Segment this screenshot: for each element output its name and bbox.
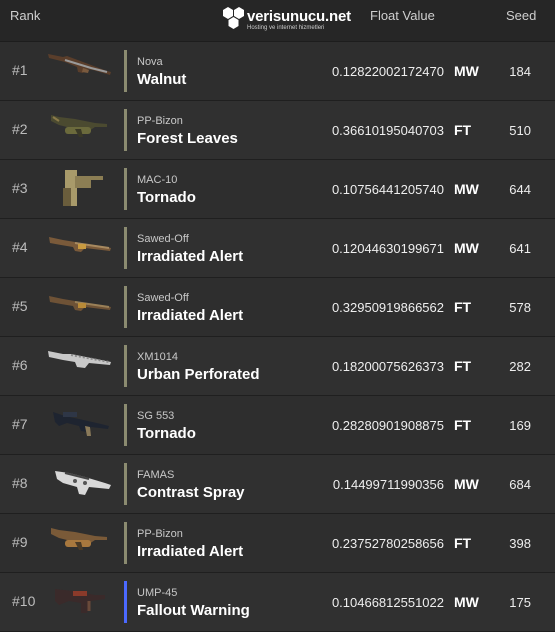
rarity-bar (124, 227, 127, 269)
rank-number: #4 (12, 239, 28, 255)
table-row[interactable]: #6 XM1014 Urban Perforated 0.18200075626… (0, 337, 555, 396)
rarity-bar (124, 463, 127, 505)
rank-number: #1 (12, 62, 28, 78)
seed-value: 184 (509, 64, 531, 79)
float-column-header: Float Value (370, 8, 435, 23)
table-row[interactable]: #10 UMP-45 Fallout Warning 0.10466812551… (0, 573, 555, 632)
ppbizon-smg-icon (45, 520, 115, 565)
site-logo[interactable]: verisunucu.net Hosting ve internet hizme… (222, 4, 351, 36)
skin-name: Walnut (137, 71, 187, 88)
weapon-name: MAC-10 (137, 174, 178, 186)
rank-number: #8 (12, 475, 28, 491)
skin-name: Urban Perforated (137, 366, 260, 383)
sg553-rifle-icon (45, 402, 115, 447)
wear-badge: FT (454, 535, 472, 551)
wear-badge: FT (454, 417, 472, 433)
rank-number: #10 (12, 593, 36, 609)
weapon-name: PP-Bizon (137, 528, 183, 540)
skin-name: Tornado (137, 425, 196, 442)
results-table: #1 Nova Walnut 0.12822002172470 MW 184 #… (0, 42, 555, 632)
wear-badge: FT (454, 122, 472, 138)
rarity-bar (124, 168, 127, 210)
rarity-bar (124, 109, 127, 151)
wear-badge: MW (454, 594, 479, 610)
seed-value: 169 (509, 418, 531, 433)
float-value: 0.23752780258656 (331, 536, 444, 551)
wear-badge: FT (454, 358, 472, 374)
float-value: 0.10756441205740 (331, 182, 444, 197)
weapon-name: SG 553 (137, 410, 175, 422)
float-value: 0.12044630199671 (331, 241, 444, 256)
skin-name: Irradiated Alert (137, 307, 244, 324)
table-row[interactable]: #7 SG 553 Tornado 0.28280901908875 FT 16… (0, 396, 555, 455)
rarity-bar (124, 581, 127, 623)
weapon-name: Sawed-Off (137, 292, 189, 304)
table-row[interactable]: #2 PP-Bizon Forest Leaves 0.366101950407… (0, 101, 555, 160)
seed-value: 175 (509, 595, 531, 610)
rank-number: #7 (12, 416, 28, 432)
seed-value: 578 (509, 300, 531, 315)
ump45-smg-icon (45, 579, 115, 624)
nova-shotgun-icon (45, 48, 115, 93)
skin-name: Fallout Warning (137, 602, 250, 619)
hexagon-logo-icon (222, 6, 246, 34)
rarity-bar (124, 404, 127, 446)
table-row[interactable]: #3 MAC-10 Tornado 0.10756441205740 MW 64… (0, 160, 555, 219)
skin-name: Contrast Spray (137, 484, 245, 501)
seed-value: 282 (509, 359, 531, 374)
logo-tagline: Hosting ve internet hizmetleri (247, 25, 325, 31)
sawedoff-shotgun-icon (45, 284, 115, 329)
float-value: 0.14499711990356 (332, 477, 444, 492)
weapon-name: FAMAS (137, 469, 175, 481)
table-header: Rank verisunucu.net Hosting ve internet … (0, 0, 555, 42)
table-row[interactable]: #8 FAMAS Contrast Spray 0.14499711990356… (0, 455, 555, 514)
weapon-name: UMP-45 (137, 587, 178, 599)
mac10-smg-icon (45, 166, 115, 211)
rank-column-header: Rank (10, 8, 41, 23)
wear-badge: MW (454, 63, 479, 79)
seed-value: 644 (509, 182, 531, 197)
float-value: 0.10466812551022 (331, 595, 444, 610)
wear-badge: MW (454, 476, 479, 492)
rarity-bar (124, 50, 127, 92)
seed-column-header: Seed (506, 8, 537, 23)
float-value: 0.12822002172470 (331, 64, 444, 79)
rarity-bar (124, 345, 127, 387)
rank-number: #9 (12, 534, 28, 550)
skin-name: Irradiated Alert (137, 543, 244, 560)
xm1014-shotgun-icon (45, 343, 115, 388)
weapon-name: Sawed-Off (137, 233, 189, 245)
wear-badge: MW (454, 240, 479, 256)
weapon-name: XM1014 (137, 351, 178, 363)
seed-value: 398 (509, 536, 531, 551)
seed-value: 641 (509, 241, 531, 256)
table-row[interactable]: #1 Nova Walnut 0.12822002172470 MW 184 (0, 42, 555, 101)
famas-rifle-icon (45, 461, 115, 506)
rank-number: #3 (12, 180, 28, 196)
float-value: 0.28280901908875 (331, 418, 444, 433)
wear-badge: MW (454, 181, 479, 197)
float-value: 0.36610195040703 (331, 123, 444, 138)
weapon-name: PP-Bizon (137, 115, 183, 127)
skin-name: Tornado (137, 189, 196, 206)
rank-number: #2 (12, 121, 28, 137)
float-value: 0.18200075626373 (331, 359, 444, 374)
wear-badge: FT (454, 299, 472, 315)
skin-name: Irradiated Alert (137, 248, 244, 265)
seed-value: 510 (509, 123, 531, 138)
rarity-bar (124, 522, 127, 564)
table-row[interactable]: #4 Sawed-Off Irradiated Alert 0.12044630… (0, 219, 555, 278)
ppbizon-smg-icon (45, 107, 115, 152)
logo-name: verisunucu.net (247, 8, 351, 25)
sawedoff-shotgun-icon (45, 225, 115, 270)
rank-number: #5 (12, 298, 28, 314)
weapon-name: Nova (137, 56, 163, 68)
table-row[interactable]: #9 PP-Bizon Irradiated Alert 0.237527802… (0, 514, 555, 573)
skin-name: Forest Leaves (137, 130, 238, 147)
float-value: 0.32950919866562 (331, 300, 444, 315)
seed-value: 684 (509, 477, 531, 492)
table-row[interactable]: #5 Sawed-Off Irradiated Alert 0.32950919… (0, 278, 555, 337)
rarity-bar (124, 286, 127, 328)
rank-number: #6 (12, 357, 28, 373)
